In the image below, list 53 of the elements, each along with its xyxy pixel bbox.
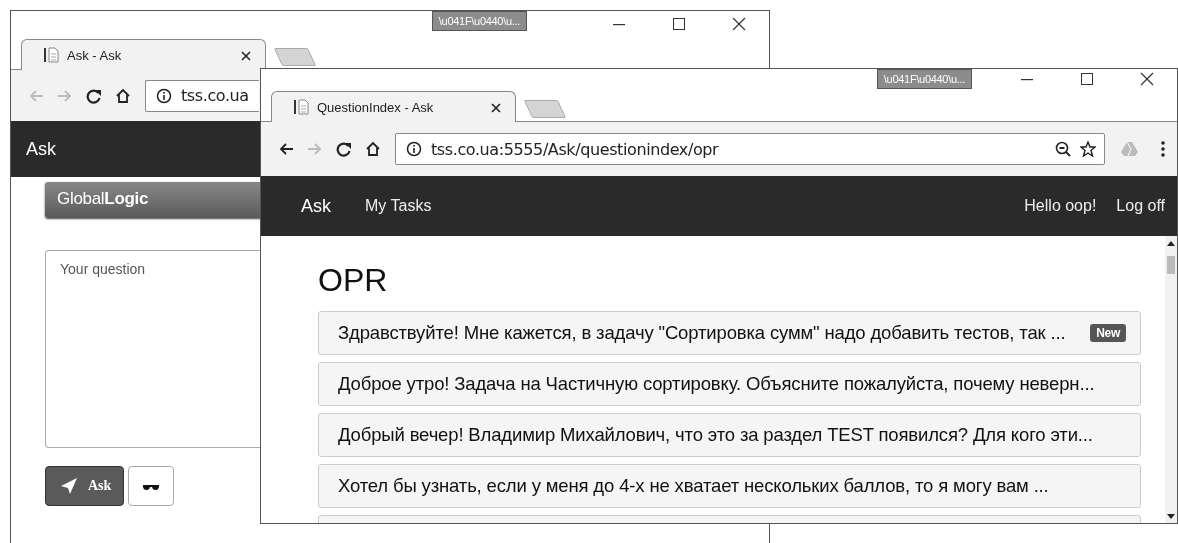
- back-arrow-icon: [277, 141, 294, 157]
- question-item[interactable]: Добрый вечер! Владимир Михайлович, что это за раздел TEST появился? Для кого эти...: [318, 413, 1141, 457]
- address-bar[interactable]: tss.co.ua:5555/Ask/questionindex/opr: [395, 133, 1105, 165]
- tab-title: Ask - Ask: [67, 47, 123, 63]
- question-text: Хотел бы узнать, если у меня до 4-х не хватает нескольких баллов, то я могу вам ...: [338, 475, 1050, 497]
- question-text: Добрый вечер! Владимир Михайлович, что это за раздел TEST появился? Для кого эти...: [338, 424, 1094, 446]
- question-item[interactable]: Здравствуйте! Мне кажется, в задачу "Сортировка сумм" надо добавить тестов, так ... New: [318, 311, 1141, 355]
- close-icon: [241, 50, 251, 61]
- navbar-brand[interactable]: Ask: [301, 195, 331, 217]
- scroll-down-icon: [1167, 514, 1175, 519]
- window-title: \u041F\u0440\u...: [876, 69, 972, 89]
- page-heading: OPR: [318, 262, 389, 299]
- forward-arrow-icon: [306, 141, 323, 157]
- close-icon: [491, 102, 501, 113]
- page-icon: [294, 99, 309, 115]
- new-badge: New: [1090, 324, 1126, 342]
- forward-arrow-icon: [56, 87, 73, 104]
- browser-tab[interactable]: Ask - Ask: [21, 39, 266, 70]
- nav-link[interactable]: My Tasks: [365, 197, 432, 215]
- close-icon: [732, 17, 746, 31]
- square-icon: [673, 18, 685, 30]
- scroll-up-icon: [1167, 241, 1175, 246]
- reload-icon: [335, 141, 352, 157]
- close-icon: [1140, 72, 1154, 86]
- address-bar[interactable]: tss.co.ua: [145, 79, 259, 112]
- navbar-brand[interactable]: Ask: [26, 138, 56, 160]
- info-icon: [406, 141, 422, 157]
- back-arrow-icon: [27, 87, 44, 104]
- square-icon: [1081, 73, 1093, 85]
- triangle-icon: [1121, 141, 1138, 157]
- glasses-button[interactable]: [128, 466, 175, 506]
- scrollbar[interactable]: [1165, 236, 1177, 523]
- star-icon: [1080, 141, 1096, 157]
- info-icon: [156, 87, 172, 104]
- ask-button[interactable]: Ask: [45, 466, 125, 506]
- reload-icon: [85, 87, 102, 104]
- question-text: Здравствуйте! Мне кажется, в задачу "Сортировка сумм" надо добавить тестов, так ...: [338, 322, 1067, 344]
- question-item[interactable]: Хотел бы узнать, если у меня до 4-х не хватает нескольких баллов, то я могу вам ...: [318, 464, 1141, 508]
- question-text: Доброе утро! Задача на Частичную сортировку. Объясните пожалуйста, почему неверн...: [338, 373, 1096, 395]
- question-item[interactable]: Доброе утро! Задача на Частичную сортировку. Объясните пожалуйста, почему неверн...: [318, 362, 1141, 406]
- menu-icon: [1160, 141, 1165, 157]
- zoom-out-icon: [1055, 141, 1071, 157]
- paper-plane-icon: [60, 477, 78, 495]
- tab-title: QuestionIndex - Ask: [317, 99, 435, 115]
- home-icon: [114, 87, 131, 104]
- window-title: \u041F\u0440\u...: [431, 11, 527, 31]
- question-field[interactable]: Your question: [45, 250, 260, 448]
- log-off-link[interactable]: Log off: [1116, 197, 1165, 215]
- page-icon: [44, 47, 59, 63]
- home-icon: [364, 141, 381, 157]
- greeting-link[interactable]: Hello oop!: [1024, 197, 1097, 215]
- scrollbar-thumb[interactable]: [1167, 256, 1175, 274]
- browser-tab[interactable]: QuestionIndex - Ask: [271, 91, 516, 122]
